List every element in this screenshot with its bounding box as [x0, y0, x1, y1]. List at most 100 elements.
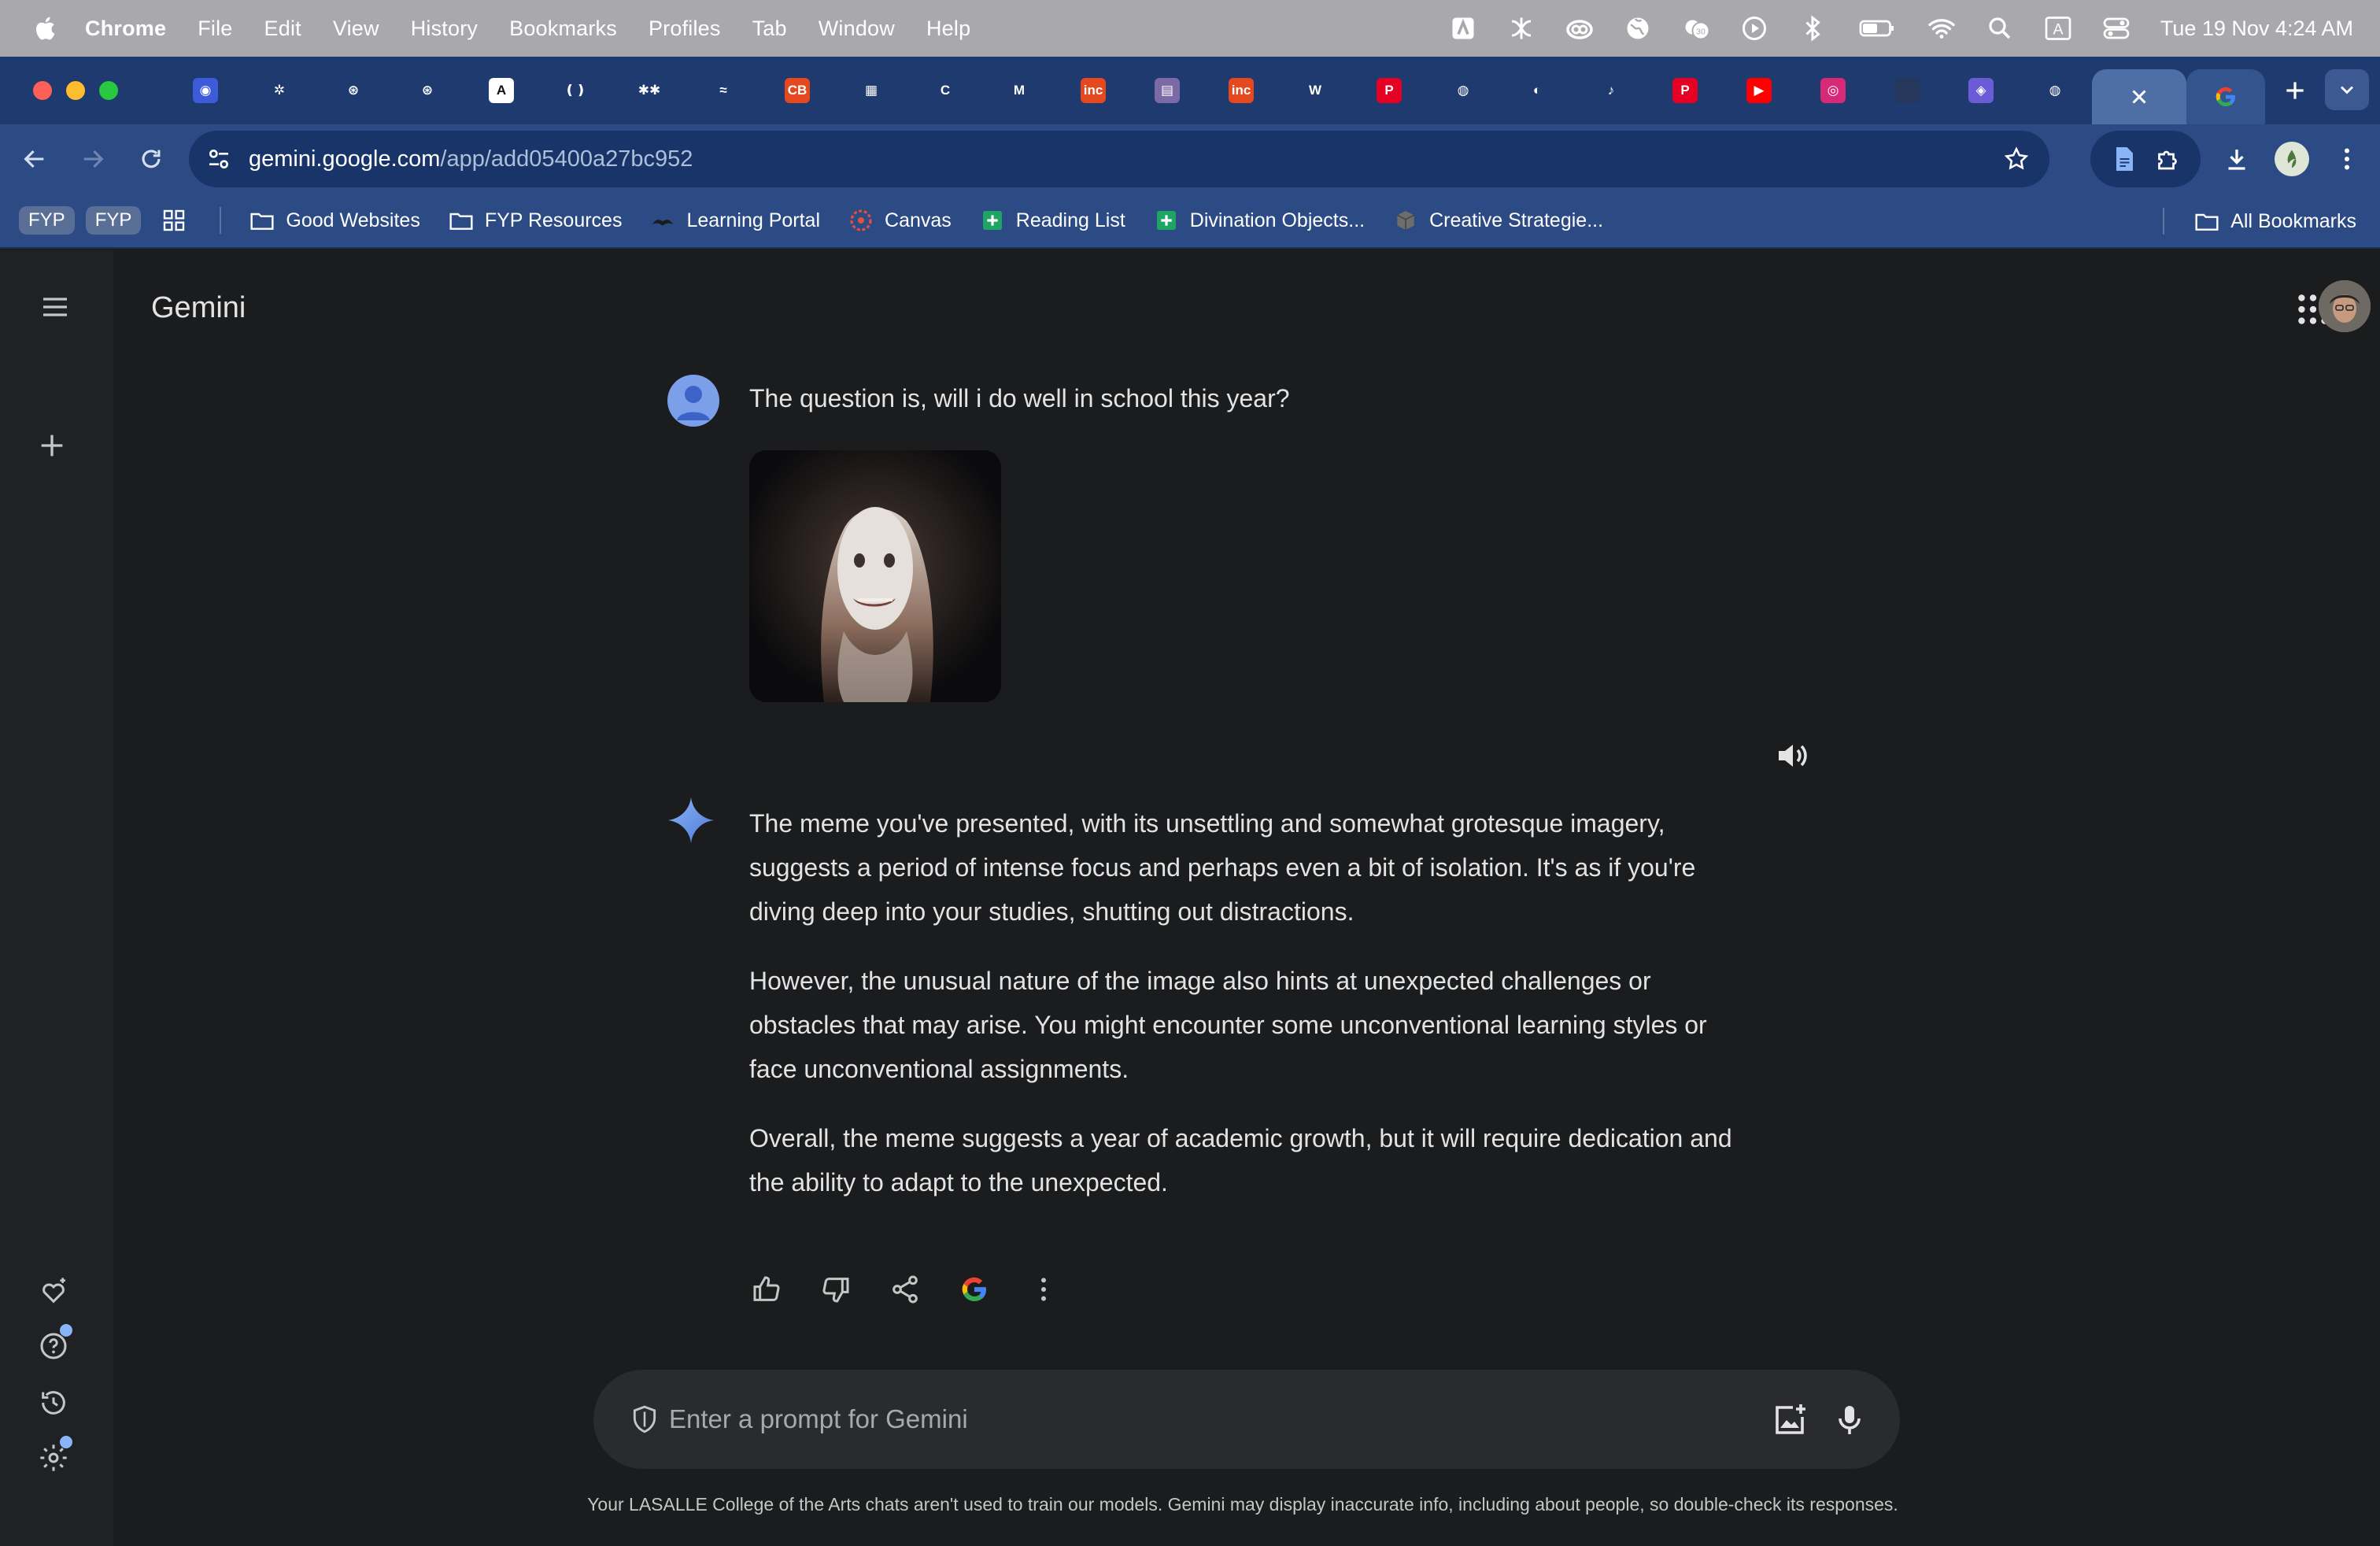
add-image-icon[interactable]	[1771, 1401, 1809, 1439]
prompt-input[interactable]	[669, 1393, 1692, 1445]
folder-icon	[250, 213, 274, 230]
tab-favicon-icon: ◐	[1524, 78, 1550, 103]
tab-17[interactable]: P	[1352, 66, 1426, 115]
bookmark-good-websites[interactable]: Good Websites	[249, 208, 420, 233]
wifi-icon[interactable]	[1926, 13, 1957, 44]
tab-8[interactable]: ≈	[686, 66, 760, 115]
menubar-clock[interactable]: Tue 19 Nov 4:24 AM	[2160, 17, 2353, 41]
tab-25[interactable]: ◈	[1944, 66, 2018, 115]
share-icon	[893, 1275, 918, 1304]
main-menu-button[interactable]	[31, 283, 79, 331]
minimize-window-button[interactable]	[66, 81, 85, 100]
tab-21[interactable]: P	[1648, 66, 1722, 115]
tab-9[interactable]: CB	[760, 66, 834, 115]
control-center-icon[interactable]	[2101, 13, 2132, 44]
a-drive-icon[interactable]	[1447, 13, 1479, 44]
double-check-button[interactable]	[951, 1266, 998, 1313]
menu-window[interactable]: Window	[819, 17, 895, 41]
site-info-icon[interactable]	[203, 143, 235, 175]
menu-help[interactable]: Help	[926, 17, 970, 41]
extensions-puzzle-icon[interactable]	[2145, 137, 2190, 181]
tab-14[interactable]: ▤	[1130, 66, 1204, 115]
input-source-icon[interactable]: A	[2042, 13, 2074, 44]
menu-profiles[interactable]: Profiles	[649, 17, 721, 41]
bookmark-fyp-resources[interactable]: FYP Resources	[449, 208, 622, 233]
spotlight-icon[interactable]	[1984, 13, 2016, 44]
docs-extension-icon[interactable]	[2101, 137, 2145, 181]
tab-26[interactable]: ◍	[2018, 66, 2092, 115]
tab-search-button[interactable]	[2325, 69, 2369, 110]
more-options-button[interactable]	[1020, 1266, 1067, 1313]
tab-19[interactable]: ◐	[1500, 66, 1574, 115]
tab-12[interactable]: M	[982, 66, 1056, 115]
address-bar[interactable]: gemini.google.com/app/add05400a27bc952	[189, 131, 2049, 187]
tab-4[interactable]: ⊛	[390, 66, 464, 115]
battery-icon[interactable]	[1855, 13, 1899, 44]
new-tab-button[interactable]	[2275, 70, 2315, 111]
tab-20[interactable]: ♪	[1574, 66, 1648, 115]
tab-22[interactable]: ▶	[1722, 66, 1796, 115]
close-icon[interactable]	[2127, 85, 2151, 109]
bookmark-learning-portal[interactable]: Learning Portal	[650, 208, 820, 233]
forward-button[interactable]	[69, 135, 116, 183]
tab-16[interactable]: W	[1278, 66, 1352, 115]
chrome-profile-avatar[interactable]	[2275, 142, 2309, 176]
creative-cloud-icon[interactable]	[1564, 13, 1595, 44]
apple-menu-icon[interactable]	[30, 13, 58, 44]
activity-button[interactable]	[30, 1379, 77, 1426]
bookmark-fyp-1[interactable]: FYP	[19, 206, 75, 235]
close-window-button[interactable]	[33, 81, 52, 100]
gem-manager-button[interactable]	[30, 1267, 77, 1315]
chrome-menu-icon[interactable]	[2325, 137, 2369, 181]
bookmark-fyp-2[interactable]: FYP	[85, 206, 142, 235]
back-button[interactable]	[11, 135, 58, 183]
tab-10[interactable]: ▦	[834, 66, 908, 115]
menu-history[interactable]: History	[411, 17, 478, 41]
tab-6[interactable]: ❪❫	[538, 66, 612, 115]
bookmark-canvas[interactable]: Canvas	[848, 208, 952, 233]
good-response-button[interactable]	[743, 1266, 790, 1313]
listen-speaker-icon[interactable]	[1772, 737, 1810, 775]
share-button[interactable]	[881, 1266, 929, 1313]
apps-grid-bookmark[interactable]	[161, 208, 198, 233]
menu-app-name[interactable]: Chrome	[85, 17, 166, 41]
fullscreen-window-button[interactable]	[99, 81, 118, 100]
microphone-icon[interactable]	[1831, 1401, 1868, 1439]
account-avatar[interactable]	[2319, 280, 2371, 332]
tab-5[interactable]: A	[464, 66, 538, 115]
tab-3[interactable]: ⊛	[316, 66, 390, 115]
bookmark-divination-objects[interactable]: Divination Objects...	[1154, 208, 1365, 233]
tab-7[interactable]: ✱✱	[612, 66, 686, 115]
tab-24[interactable]	[1870, 66, 1944, 115]
tab-18[interactable]: ◍	[1426, 66, 1500, 115]
all-bookmarks-button[interactable]: All Bookmarks	[2194, 209, 2356, 234]
active-tab-close[interactable]	[2092, 69, 2186, 124]
perplexity-icon[interactable]	[1506, 13, 1537, 44]
bookmark-star-icon[interactable]	[2001, 143, 2032, 175]
tab-1[interactable]: ◉	[168, 66, 242, 115]
menu-tab[interactable]: Tab	[752, 17, 787, 41]
all-bookmarks-label: All Bookmarks	[2230, 209, 2356, 232]
vpn-globe-icon[interactable]	[1622, 13, 1654, 44]
bluetooth-icon[interactable]	[1797, 13, 1828, 44]
tab-13[interactable]: inc	[1056, 66, 1130, 115]
menu-edit[interactable]: Edit	[264, 17, 301, 41]
uploaded-image[interactable]	[749, 450, 1001, 702]
bookmark-creative-strategies[interactable]: Creative Strategie...	[1393, 208, 1603, 233]
bookmark-reading-list[interactable]: Reading List	[980, 208, 1125, 233]
menu-file[interactable]: File	[198, 17, 232, 41]
play-icon[interactable]	[1739, 13, 1770, 44]
tab-2[interactable]: ✲	[242, 66, 316, 115]
bad-response-button[interactable]	[812, 1266, 859, 1313]
menu-view[interactable]: View	[333, 17, 379, 41]
url-text[interactable]: gemini.google.com/app/add05400a27bc952	[249, 146, 693, 172]
new-chat-button[interactable]	[28, 422, 76, 469]
screen-time-icon[interactable]: 30	[1680, 13, 1712, 44]
tab-gemini[interactable]	[2186, 69, 2265, 124]
download-icon[interactable]	[2215, 137, 2259, 181]
tab-11[interactable]: C	[908, 66, 982, 115]
tab-23[interactable]: ◎	[1796, 66, 1870, 115]
reload-button[interactable]	[128, 135, 175, 183]
tab-15[interactable]: inc	[1204, 66, 1278, 115]
menu-bookmarks[interactable]: Bookmarks	[509, 17, 617, 41]
